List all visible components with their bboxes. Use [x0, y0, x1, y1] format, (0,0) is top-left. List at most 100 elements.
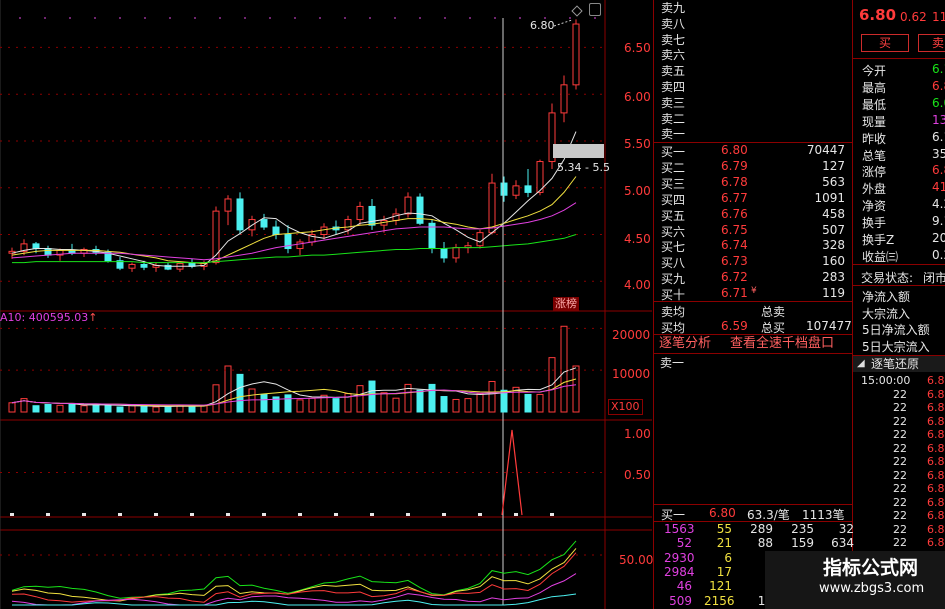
top-marker-dot [269, 17, 271, 19]
candle-body [356, 205, 364, 221]
candle-body [476, 232, 484, 247]
tick-restore-header[interactable]: ◢ 逐笔还原 [853, 356, 945, 372]
volume-bar [380, 392, 388, 413]
kline-chart-area[interactable]: 6.50 6.00 5.50 5.00 4.50 4.00 6.80 5.34 … [0, 0, 654, 609]
volume-bar [536, 393, 544, 413]
bid-level-volume: 563 [822, 174, 845, 189]
capital-flow-label: 净流入额 [862, 290, 911, 304]
toolbar-icon[interactable] [589, 3, 601, 16]
tick-volume-cell: 52 [676, 536, 692, 551]
top-marker-dot [169, 17, 171, 19]
bid-level-row[interactable]: 买三 6.78 563 [655, 174, 851, 191]
volume-bar [188, 406, 196, 413]
tick-analysis-tab[interactable]: 逐笔分析 [659, 337, 711, 351]
bid-level-row[interactable]: 买六 6.75 507 [655, 222, 851, 239]
capital-flow-label: 5日大宗流入 [862, 339, 930, 354]
indicator-tick-label: 1.00 [624, 427, 651, 441]
bid-level-row[interactable]: 买五 6.76 458 [655, 206, 851, 223]
candle-body [140, 263, 148, 268]
volume-bar [560, 325, 568, 413]
volume-bar [464, 398, 472, 413]
tick-restore-price: 6.80 [927, 441, 945, 455]
volume-bar [500, 389, 508, 413]
high-price-pointer [553, 19, 573, 27]
tick-restore-time: 22 [893, 428, 907, 441]
quote-stat-value: 6.1 [932, 62, 945, 76]
candle-body [224, 198, 232, 212]
price-tick-label: 4.00 [624, 278, 651, 292]
watermark-banner: 指标公式网 www.zbgs3.com [765, 551, 945, 609]
quote-stat-row: 换手Z 20.67 [855, 230, 945, 247]
tick-restore-time: 22 [893, 414, 907, 428]
tick-restore-label: 逐笔还原 [871, 357, 920, 371]
quote-stat-row: 涨停 6.8 [855, 162, 945, 179]
tick-restore-price: 6.80 [927, 495, 945, 509]
moving-average-line [12, 234, 577, 264]
indicator-tick-label: 50.00 [619, 553, 654, 567]
bid-level-row[interactable]: 买八 6.73 160 [655, 253, 851, 270]
ask-level-row: 卖一 [655, 124, 851, 141]
tick-restore-row: 22 6.80 [855, 535, 945, 549]
bid-level-volume: 70447 [806, 143, 845, 157]
bid-level-price: 6.74 [721, 238, 748, 253]
panel-divider [852, 0, 853, 609]
tick-restore-row: 22 6.80 [855, 468, 945, 482]
tick-restore-time: 15:00:00 [861, 374, 911, 387]
tick-restore-row: 22 6.80 [855, 522, 945, 536]
view-full-depth-link[interactable]: 查看全速千档盘口 [730, 337, 834, 351]
sell-button[interactable]: 卖 [918, 34, 945, 52]
volume-bar [392, 397, 400, 413]
bid-level-row[interactable]: 买九 6.72 283 [655, 269, 851, 286]
oscillator-line [12, 593, 577, 606]
indicator-baseline-mark [10, 513, 14, 516]
top-marker-dot [569, 17, 571, 19]
limit-up-badge: 涨榜 [553, 297, 579, 311]
indicator-baseline-mark [298, 513, 302, 516]
bid-level-volume: 458 [822, 206, 845, 221]
candle-body [320, 226, 328, 236]
quote-stat-value: 6.8 [932, 163, 945, 178]
top-marker-dot [219, 17, 221, 19]
volume-bar [68, 403, 76, 413]
volume-bar [32, 405, 40, 413]
bid-level-row[interactable]: 买四 6.77 1091 [655, 190, 851, 207]
bid-level-volume: 160 [822, 254, 845, 269]
oscillator-line [11, 540, 577, 599]
volume-bar [308, 397, 316, 413]
volume-bar [428, 383, 436, 413]
capital-flow-row: 5日大宗流入 [855, 337, 945, 354]
bottom-bid-price: 6.80 [709, 506, 736, 520]
volume-bar [44, 403, 52, 413]
oscillator-line [11, 573, 577, 606]
ask-level-row: 卖八 [655, 14, 851, 31]
tick-volume-cell: 2930 [664, 550, 695, 565]
tick-volume-cell: 634 [831, 536, 854, 551]
bid-level-row[interactable]: 买一 6.80 70447 [655, 142, 851, 159]
quote-stat-row: 收益㈢ 0.23 [855, 247, 945, 264]
bid-level-row[interactable]: 买十 6.71 ¥ 119 [655, 285, 851, 302]
volume-bar [356, 385, 364, 413]
top-marker-dot [469, 17, 471, 19]
price-tick-label: 5.00 [624, 184, 651, 198]
tick-restore-price: 6.80 [927, 428, 945, 441]
bid-level-row[interactable]: 买二 6.79 127 [655, 158, 851, 175]
top-marker-dot [294, 17, 296, 19]
avg-buy-row: 买均 6.59 总买 107477 [655, 318, 852, 335]
top-marker-dot [194, 17, 196, 19]
book-divider [654, 334, 852, 335]
tick-restore-price: 6.80 [927, 401, 945, 414]
tick-restore-row: 22 6.80 [855, 414, 945, 428]
buy-button[interactable]: 买 [861, 34, 909, 52]
bid-level-row[interactable]: 买七 6.74 328 [655, 237, 851, 254]
top-marker-dot [394, 17, 396, 19]
quote-stat-label: 收益㈢ [862, 249, 899, 264]
tick-restore-price: 6.80 [927, 482, 945, 495]
tick-restore-price: 6.80 [927, 509, 945, 522]
candle-body [452, 247, 460, 259]
volume-bar [488, 380, 496, 413]
top-marker-dot [519, 17, 521, 19]
bid-level-volume: 127 [822, 158, 845, 173]
volume-bar [212, 384, 220, 413]
bottom-bid-row: 买一 6.80 63.3/笔 1113笔 [655, 505, 851, 522]
quote-stat-row: 换手 9.17 [855, 213, 945, 230]
